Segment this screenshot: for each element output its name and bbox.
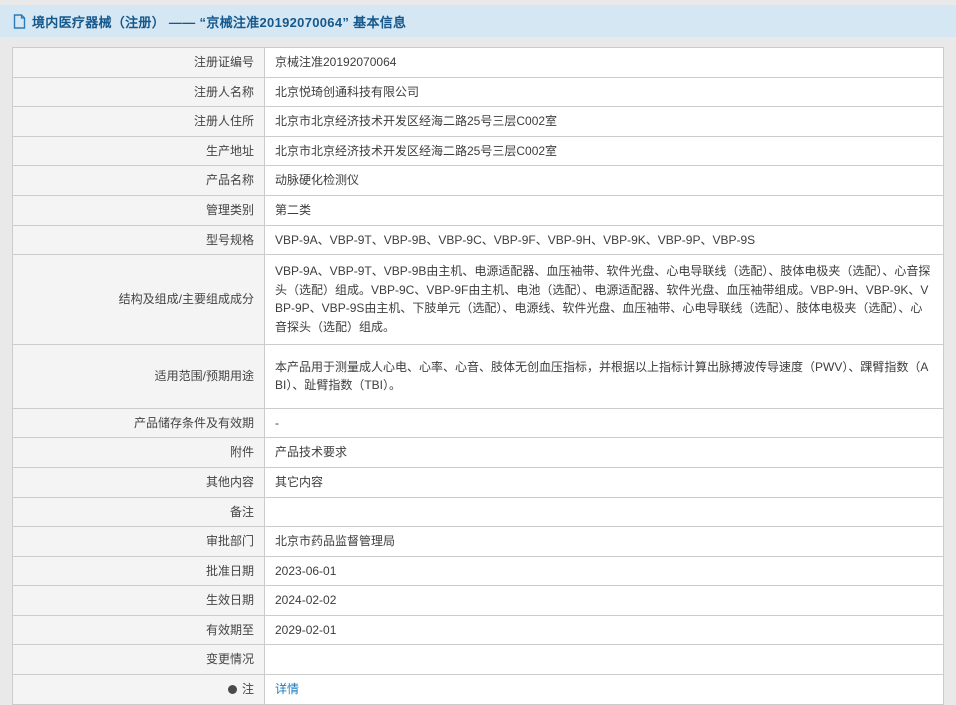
row-label-text: 备注 [230, 505, 254, 519]
row-value: VBP-9A、VBP-9T、VBP-9B、VBP-9C、VBP-9F、VBP-9… [265, 225, 944, 255]
row-value: 本产品用于测量成人心电、心率、心音、肢体无创血压指标，并根据以上指标计算出脉搏波… [265, 344, 944, 408]
row-label-text: 产品储存条件及有效期 [134, 416, 254, 430]
row-label: 批准日期 [13, 556, 265, 586]
table-row: 生效日期 2024-02-02 [13, 586, 944, 616]
row-value: VBP-9A、VBP-9T、VBP-9B由主机、电源适配器、血压袖带、软件光盘、… [265, 255, 944, 344]
row-label: 审批部门 [13, 527, 265, 557]
row-label: 其他内容 [13, 467, 265, 497]
row-label-text: 产品名称 [206, 173, 254, 187]
row-label: 产品储存条件及有效期 [13, 408, 265, 438]
row-label: 管理类别 [13, 195, 265, 225]
table-row: 适用范围/预期用途本产品用于测量成人心电、心率、心音、肢体无创血压指标，并根据以… [13, 344, 944, 408]
table-row: 产品储存条件及有效期- [13, 408, 944, 438]
row-label-text: 适用范围/预期用途 [155, 369, 254, 383]
row-value: 其它内容 [265, 467, 944, 497]
row-value [265, 645, 944, 675]
title-prefix: 境内医疗器械（注册） —— [32, 15, 196, 30]
table-row: 备注 [13, 497, 944, 527]
table-row: 变更情况 [13, 645, 944, 675]
row-label-text: 注册证编号 [194, 55, 254, 69]
table-row: 附件产品技术要求 [13, 438, 944, 468]
table-row: 注册人名称北京悦琦创通科技有限公司 [13, 77, 944, 107]
row-label: 产品名称 [13, 166, 265, 196]
row-label-text: 其他内容 [206, 475, 254, 489]
row-label-text: 结构及组成/主要组成成分 [119, 292, 254, 306]
row-label: 变更情况 [13, 645, 265, 675]
row-value: 详情 [265, 675, 944, 705]
page-title: 境内医疗器械（注册） —— “京械注准20192070064”基本信息 [32, 12, 406, 31]
row-value: 第二类 [265, 195, 944, 225]
row-label: 生效日期 [13, 586, 265, 616]
table-row: 管理类别第二类 [13, 195, 944, 225]
title-suffix: 基本信息 [353, 15, 406, 30]
registration-info-table-wrap: 注册证编号京械注准20192070064注册人名称北京悦琦创通科技有限公司注册人… [12, 47, 944, 705]
row-label-text: 附件 [230, 445, 254, 459]
table-row: 其他内容其它内容 [13, 467, 944, 497]
row-value [265, 497, 944, 527]
row-value: 2024-02-02 [265, 586, 944, 616]
row-label-text: 注册人名称 [194, 85, 254, 99]
detail-link[interactable]: 详情 [275, 682, 299, 696]
table-row: 注 详情 [13, 675, 944, 705]
row-label: 适用范围/预期用途 [13, 344, 265, 408]
row-label-text: 生效日期 [206, 593, 254, 607]
note-icon [228, 685, 237, 694]
registration-info-table: 注册证编号京械注准20192070064注册人名称北京悦琦创通科技有限公司注册人… [12, 47, 944, 705]
document-icon [13, 14, 26, 29]
table-row: 注册人住所北京市北京经济技术开发区经海二路25号三层C002室 [13, 107, 944, 137]
row-label: 有效期至 [13, 615, 265, 645]
row-label: 注册人名称 [13, 77, 265, 107]
row-label-text: 注册人住所 [194, 114, 254, 128]
row-value: 北京市北京经济技术开发区经海二路25号三层C002室 [265, 136, 944, 166]
row-value: 京械注准20192070064 [265, 48, 944, 78]
row-value: 动脉硬化检测仪 [265, 166, 944, 196]
row-value: 2023-06-01 [265, 556, 944, 586]
row-label: 生产地址 [13, 136, 265, 166]
row-value: 产品技术要求 [265, 438, 944, 468]
row-value: 北京市药品监督管理局 [265, 527, 944, 557]
row-label-text: 管理类别 [206, 203, 254, 217]
table-row: 有效期至 2029-02-01 [13, 615, 944, 645]
page-header: 境内医疗器械（注册） —— “京械注准20192070064”基本信息 [0, 5, 956, 37]
row-label-text: 有效期至 [206, 623, 254, 637]
title-number: “京械注准20192070064” [200, 15, 350, 30]
table-row: 批准日期 2023-06-01 [13, 556, 944, 586]
row-label-text: 注 [242, 682, 254, 696]
row-label: 结构及组成/主要组成成分 [13, 255, 265, 344]
row-label: 注 [13, 675, 265, 705]
row-value: 北京市北京经济技术开发区经海二路25号三层C002室 [265, 107, 944, 137]
row-label-text: 生产地址 [206, 144, 254, 158]
row-value: 北京悦琦创通科技有限公司 [265, 77, 944, 107]
table-row: 结构及组成/主要组成成分 VBP-9A、VBP-9T、VBP-9B由主机、电源适配… [13, 255, 944, 344]
row-label: 注册人住所 [13, 107, 265, 137]
table-row: 产品名称动脉硬化检测仪 [13, 166, 944, 196]
row-label: 型号规格 [13, 225, 265, 255]
info-table-body: 注册证编号京械注准20192070064注册人名称北京悦琦创通科技有限公司注册人… [13, 48, 944, 705]
row-label-text: 审批部门 [206, 534, 254, 548]
table-row: 注册证编号京械注准20192070064 [13, 48, 944, 78]
row-label-text: 型号规格 [206, 233, 254, 247]
table-row: 型号规格 VBP-9A、VBP-9T、VBP-9B、VBP-9C、VBP-9F、V… [13, 225, 944, 255]
row-label: 注册证编号 [13, 48, 265, 78]
row-value: - [265, 408, 944, 438]
row-value: 2029-02-01 [265, 615, 944, 645]
row-label-text: 批准日期 [206, 564, 254, 578]
row-label: 备注 [13, 497, 265, 527]
table-row: 生产地址北京市北京经济技术开发区经海二路25号三层C002室 [13, 136, 944, 166]
row-label-text: 变更情况 [206, 652, 254, 666]
row-label: 附件 [13, 438, 265, 468]
table-row: 审批部门北京市药品监督管理局 [13, 527, 944, 557]
